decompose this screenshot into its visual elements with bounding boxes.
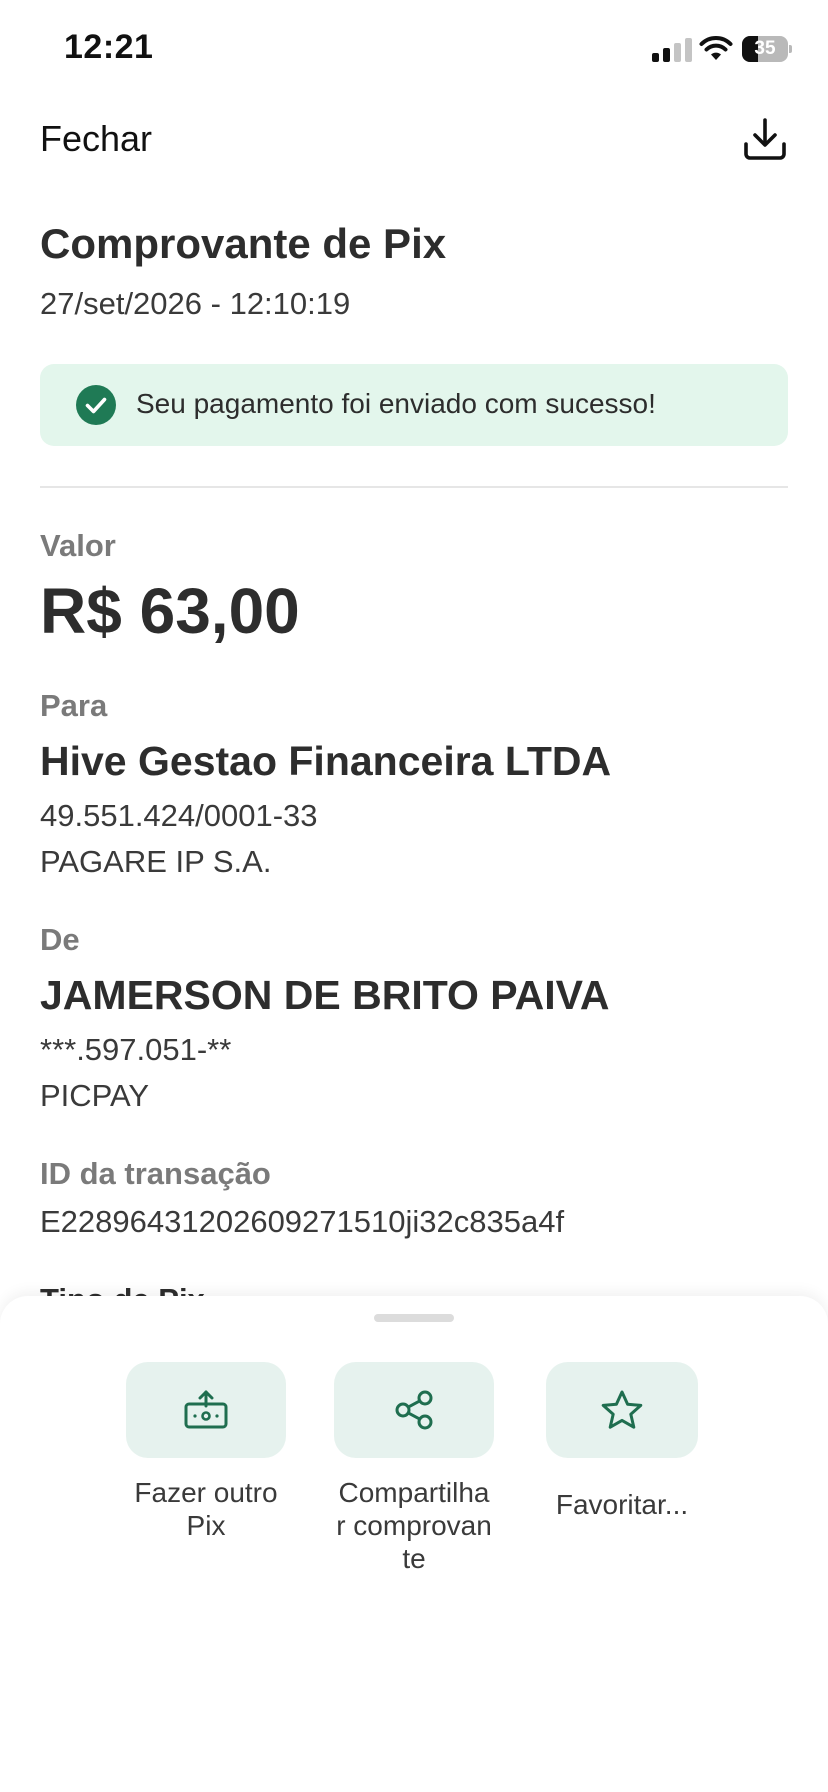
star-icon (601, 1390, 643, 1429)
wifi-icon (699, 36, 733, 60)
make-another-pix-label: Fazer outro Pix (134, 1477, 278, 1541)
amount-value: R$ 63,00 (40, 575, 300, 647)
success-banner: Seu pagamento foi enviado com sucesso! (40, 364, 788, 446)
close-button[interactable]: Fechar (40, 118, 152, 160)
favorite-label: Favoritar... (555, 1489, 689, 1520)
make-another-pix-button[interactable]: Fazer outro Pix (126, 1362, 286, 1572)
transaction-id-label: ID da transação (40, 1156, 271, 1191)
sender-institution: PICPAY (40, 1078, 150, 1113)
check-circle-icon (76, 385, 116, 425)
share-receipt-icon-box[interactable] (334, 1362, 494, 1458)
sender-document: ***.597.051-** (40, 1032, 232, 1067)
sender-name: JAMERSON DE BRITO PAIVA (40, 972, 610, 1018)
status-time: 12:21 (64, 28, 154, 66)
share-icon (395, 1390, 433, 1430)
cellular-signal-icon (652, 36, 692, 62)
money-upload-icon (184, 1390, 228, 1429)
favorite-icon-box[interactable] (546, 1362, 698, 1458)
transaction-datetime: 27/set/2026 - 12:10:19 (40, 286, 351, 321)
recipient-institution: PAGARE IP S.A. (40, 844, 272, 879)
favorite-button[interactable]: Favoritar... (546, 1362, 698, 1584)
actions-bottom-sheet: Fazer outro Pix Compartilhar comprovante… (0, 1296, 828, 1792)
recipient-document: 49.551.424/0001-33 (40, 798, 318, 833)
battery-icon: 35 (742, 36, 792, 62)
sheet-drag-handle[interactable] (374, 1314, 454, 1322)
recipient-name: Hive Gestao Financeira LTDA (40, 738, 612, 784)
pix-receipt-screen: 12:21 35 Fechar Comprovante de Pix 27/se… (0, 0, 828, 1792)
make-another-pix-icon-box[interactable] (126, 1362, 286, 1458)
transaction-id-value: E22896431202609271510ji32c835a4f (40, 1204, 565, 1239)
download-icon[interactable] (740, 114, 790, 164)
share-receipt-button[interactable]: Compartilhar comprovante (334, 1362, 494, 1572)
para-label: Para (40, 688, 108, 723)
de-label: De (40, 922, 80, 957)
divider (40, 486, 788, 488)
battery-percentage: 35 (754, 38, 776, 59)
success-message: Seu pagamento foi enviado com sucesso! (136, 388, 656, 419)
page-title: Comprovante de Pix (40, 220, 447, 267)
status-bar: 12:21 35 (0, 0, 828, 100)
valor-label: Valor (40, 528, 116, 563)
share-receipt-label: Compartilhar comprovante (336, 1477, 492, 1572)
